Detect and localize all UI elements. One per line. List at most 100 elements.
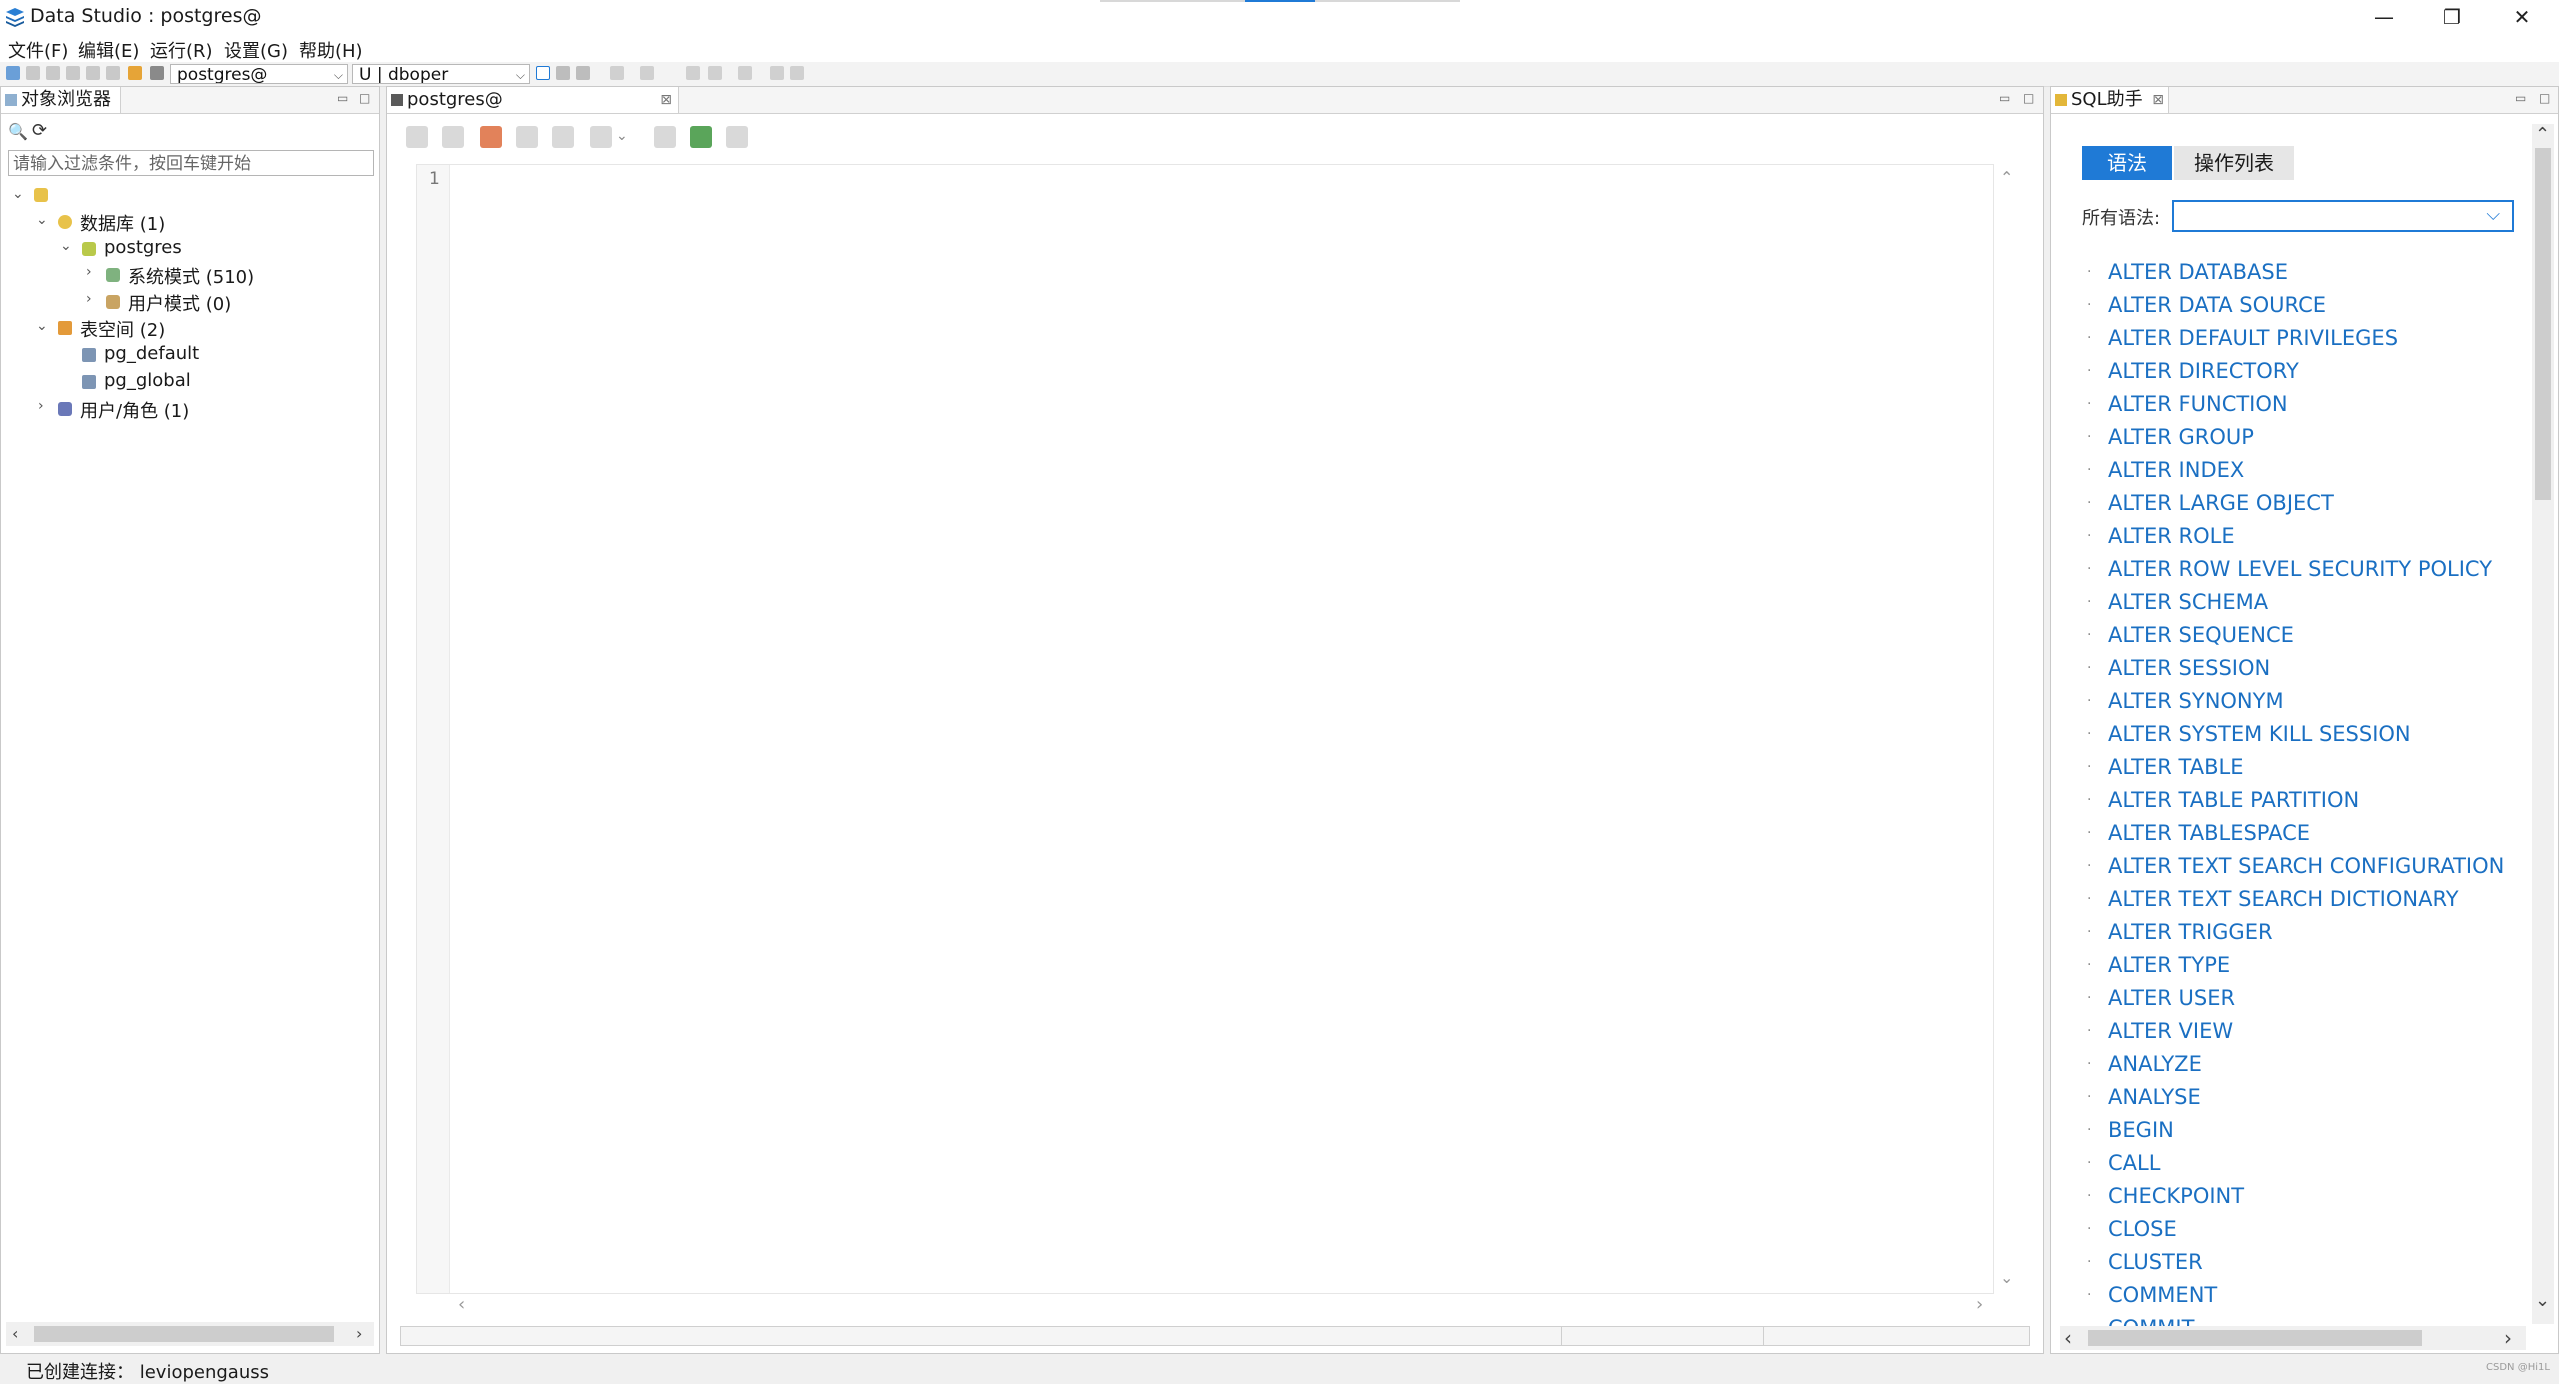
syntax-link[interactable]: ALTER TABLESPACE — [2108, 821, 2310, 845]
collapse-arrow-icon[interactable]: ⌄ — [36, 318, 48, 334]
scroll-right-icon[interactable]: › — [2504, 1326, 2512, 1350]
tree-node-system-schemas[interactable]: 系统模式 (510) — [128, 263, 254, 289]
syntax-link[interactable]: ALTER SEQUENCE — [2108, 623, 2294, 647]
syntax-link[interactable]: ALTER ROW LEVEL SECURITY POLICY — [2108, 557, 2492, 581]
tab-object-browser[interactable]: 对象浏览器 — [1, 87, 121, 113]
save-icon[interactable] — [150, 66, 164, 80]
syntax-link[interactable]: ALTER DATA SOURCE — [2108, 293, 2326, 317]
scroll-left-icon[interactable]: ‹ — [12, 1324, 18, 1343]
tree-node-users-roles[interactable]: 用户/角色 (1) — [80, 397, 189, 423]
syntax-link[interactable]: ALTER TABLE PARTITION — [2108, 788, 2359, 812]
new-editor-icon[interactable] — [536, 66, 550, 80]
collapse-arrow-icon[interactable]: ⌄ — [60, 238, 72, 254]
syntax-link[interactable]: ALTER DEFAULT PRIVILEGES — [2108, 326, 2398, 350]
execute-step-icon[interactable] — [576, 66, 590, 80]
syntax-link[interactable]: CHECKPOINT — [2108, 1184, 2244, 1208]
syntax-link[interactable]: CLUSTER — [2108, 1250, 2203, 1274]
minimize-panel-icon[interactable]: ▭ — [1999, 91, 2010, 105]
syntax-link[interactable]: ALTER SCHEMA — [2108, 590, 2268, 614]
scroll-right-icon[interactable]: › — [356, 1324, 362, 1343]
copy-icon[interactable] — [86, 66, 100, 80]
scroll-up-icon[interactable]: ⌃ — [2000, 168, 2013, 187]
syntax-link[interactable]: COMMENT — [2108, 1283, 2217, 1307]
connection-select[interactable]: postgres@ ⌵ — [170, 64, 348, 84]
search-icon[interactable]: 🔍 — [8, 122, 28, 141]
object-browser-scrollbar[interactable]: ‹ › — [6, 1322, 374, 1346]
syntax-link[interactable]: CALL — [2108, 1151, 2160, 1175]
tree-node-pg-default[interactable]: pg_default — [104, 343, 199, 364]
chevron-down-icon[interactable]: ⌄ — [616, 128, 628, 144]
scroll-down-icon[interactable]: ⌄ — [2535, 1290, 2550, 1311]
expand-arrow-icon[interactable]: › — [86, 291, 92, 307]
menu-file[interactable]: 文件(F) — [8, 37, 68, 63]
scroll-right-icon[interactable]: › — [1976, 1294, 1983, 1315]
syntax-link[interactable]: ALTER TABLE — [2108, 755, 2243, 779]
close-tab-icon[interactable]: ⊠ — [2152, 87, 2164, 113]
syntax-link[interactable]: ALTER GROUP — [2108, 425, 2254, 449]
uppercase-icon[interactable] — [640, 66, 654, 80]
minimize-panel-icon[interactable]: ▭ — [337, 91, 348, 105]
paste-icon[interactable] — [106, 66, 120, 80]
tree-node-user-schemas[interactable]: 用户模式 (0) — [128, 290, 231, 316]
refresh-icon[interactable]: ⟳ — [32, 120, 47, 141]
syntax-link[interactable]: ANALYSE — [2108, 1085, 2201, 1109]
expand-arrow-icon[interactable]: › — [38, 398, 44, 414]
syntax-link[interactable]: ALTER ROLE — [2108, 524, 2235, 548]
expand-arrow-icon[interactable]: › — [86, 264, 92, 280]
tab-syntax[interactable]: 语法 — [2082, 146, 2172, 180]
minimize-button[interactable]: — — [2352, 0, 2416, 34]
syntax-link[interactable]: ANALYZE — [2108, 1052, 2202, 1076]
expand-icon[interactable] — [770, 66, 784, 80]
syntax-list-horizontal-scrollbar[interactable]: ‹ › — [2060, 1326, 2526, 1350]
new-connection-icon[interactable] — [6, 66, 20, 80]
execute-icon[interactable] — [556, 66, 570, 80]
collapse-arrow-icon[interactable]: ⌄ — [12, 186, 24, 202]
scrollbar-thumb[interactable] — [34, 1326, 334, 1342]
commit-icon[interactable] — [516, 126, 538, 148]
disconnect-icon[interactable] — [26, 66, 40, 80]
search-object-icon[interactable] — [66, 66, 80, 80]
open-folder-icon[interactable] — [128, 66, 142, 80]
syntax-link[interactable]: CLOSE — [2108, 1217, 2177, 1241]
tab-postgres-editor[interactable]: postgres@ ⊠ — [387, 87, 679, 113]
syntax-link[interactable]: ALTER SESSION — [2108, 656, 2270, 680]
scrollbar-thumb[interactable] — [2535, 148, 2551, 500]
clear-icon[interactable] — [480, 126, 502, 148]
maximize-panel-icon[interactable]: □ — [2539, 91, 2550, 105]
rollback-icon[interactable] — [552, 126, 574, 148]
run-icon[interactable] — [406, 126, 428, 148]
export-icon[interactable] — [590, 126, 612, 148]
syntax-link[interactable]: ALTER VIEW — [2108, 1019, 2233, 1043]
menu-settings[interactable]: 设置(G) — [224, 37, 288, 63]
syntax-link[interactable]: ALTER DIRECTORY — [2108, 359, 2299, 383]
scrollbar-thumb[interactable] — [2088, 1330, 2422, 1346]
minimize-panel-icon[interactable]: ▭ — [2515, 91, 2526, 105]
indent-icon[interactable] — [686, 66, 700, 80]
collapse-arrow-icon[interactable]: ⌄ — [36, 212, 48, 228]
menu-help[interactable]: 帮助(H) — [299, 37, 363, 63]
outdent-icon[interactable] — [708, 66, 722, 80]
syntax-link[interactable]: BEGIN — [2108, 1118, 2174, 1142]
schema-select[interactable]: U | dboper ⌵ — [352, 64, 530, 84]
sql-editor-area[interactable]: 1 — [416, 164, 1994, 1294]
tree-node-databases[interactable]: 数据库 (1) — [80, 210, 165, 236]
syntax-link[interactable]: ALTER TRIGGER — [2108, 920, 2273, 944]
maximize-panel-icon[interactable]: □ — [2023, 91, 2034, 105]
close-tab-icon[interactable]: ⊠ — [660, 87, 672, 113]
menu-run[interactable]: 运行(R) — [150, 37, 213, 63]
close-button[interactable]: ✕ — [2490, 0, 2554, 34]
edit-icon[interactable] — [726, 126, 748, 148]
menu-edit[interactable]: 编辑(E) — [78, 37, 139, 63]
syntax-link[interactable]: ALTER INDEX — [2108, 458, 2244, 482]
scroll-left-icon[interactable]: ‹ — [458, 1294, 465, 1315]
syntax-link[interactable]: ALTER DATABASE — [2108, 260, 2288, 284]
scroll-up-icon[interactable]: ⌃ — [2535, 124, 2550, 145]
syntax-link[interactable]: ALTER TEXT SEARCH DICTIONARY — [2108, 887, 2459, 911]
refresh-connection-icon[interactable] — [46, 66, 60, 80]
scroll-down-icon[interactable]: ⌄ — [2000, 1268, 2013, 1287]
scroll-left-icon[interactable]: ‹ — [2064, 1326, 2072, 1350]
tab-operation-list[interactable]: 操作列表 — [2174, 146, 2294, 180]
tree-node-postgres[interactable]: postgres — [104, 237, 182, 258]
syntax-filter-select[interactable]: ⌵ — [2172, 200, 2514, 232]
comment-icon[interactable] — [738, 66, 752, 80]
